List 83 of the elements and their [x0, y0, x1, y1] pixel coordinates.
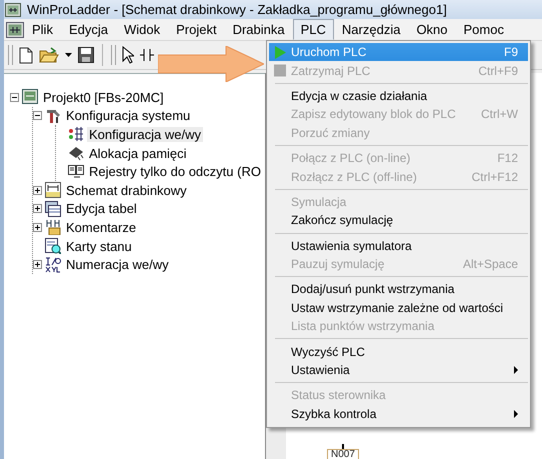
- io-numbering-icon: [45, 256, 61, 273]
- menu-item[interactable]: PLC: [292, 19, 334, 40]
- save-icon[interactable]: [78, 47, 94, 63]
- open-folder-icon[interactable]: [39, 47, 59, 63]
- menu-option[interactable]: Dodaj/usuń punkt wstrzymania: [269, 280, 528, 299]
- monitor-icon: [22, 89, 38, 106]
- magnifier-icon: [45, 238, 61, 254]
- tree-item[interactable]: Karty stanu: [64, 238, 134, 254]
- menu-option-label: Ustawienia symulatora: [291, 238, 413, 253]
- shortcut-label: Ctrl+F12: [472, 170, 518, 184]
- menu-option-label: Uruchom PLC: [291, 45, 368, 60]
- expand-toggle[interactable]: [33, 260, 42, 270]
- menu-item[interactable]: Pomoc: [456, 19, 512, 40]
- menu-option-label: Edycja w czasie działania: [291, 88, 428, 103]
- tree-item[interactable]: Konfiguracja systemu: [64, 108, 192, 124]
- menu-option[interactable]: Ustaw wstrzymanie zależne od wartości: [269, 298, 528, 318]
- menu-option[interactable]: Ustawienia symulatora: [269, 236, 528, 255]
- expand-toggle[interactable]: [33, 204, 42, 214]
- menu-option-label: Porzuć zmiany: [291, 126, 371, 140]
- menu-item[interactable]: Projekt: [168, 19, 225, 40]
- tree-item[interactable]: Numeracja we/wy: [64, 257, 171, 272]
- menu-item[interactable]: Narzędzia: [334, 19, 408, 40]
- submenu-arrow-icon: [514, 366, 518, 374]
- menu-option-label: Zakończ symulację: [291, 213, 394, 228]
- collapse-toggle[interactable]: [10, 92, 19, 102]
- expand-toggle[interactable]: [33, 186, 42, 195]
- menu-item[interactable]: Edycja: [60, 19, 116, 40]
- menu-option-label: Wyczyść PLC: [291, 344, 366, 359]
- menu-option-label: Dodaj/usuń punkt wstrzymania: [291, 282, 456, 296]
- chip-icon: [68, 145, 84, 162]
- menu-option[interactable]: Zakończ symulację: [269, 211, 528, 230]
- app-icon: [5, 2, 21, 16]
- menu-option[interactable]: Szybka kontrola: [269, 404, 528, 424]
- toolbar-grip: [8, 45, 13, 65]
- ladder-diagram-icon: [45, 182, 61, 198]
- book-icon: [68, 164, 84, 180]
- tree-item[interactable]: Komentarze: [64, 220, 138, 235]
- pointer-icon[interactable]: [122, 46, 134, 64]
- menu-option[interactable]: Wyczyść PLC: [269, 342, 528, 361]
- toolbar-grip: [111, 45, 116, 65]
- menu-option-label: Status sterownika: [291, 388, 387, 402]
- submenu-arrow-icon: [514, 410, 518, 418]
- stop-icon: [274, 64, 286, 78]
- play-icon: [274, 46, 286, 59]
- window-title: WinProLadder - [Schemat drabinkowy - Zakładka_programu_głównego1]: [27, 2, 447, 17]
- caret-icon[interactable]: [65, 53, 72, 57]
- tree-item[interactable]: Alokacja pamięci: [87, 146, 189, 161]
- menu-option[interactable]: Ustawienia: [269, 360, 528, 380]
- ladder-element-label: N007: [327, 449, 359, 459]
- tools-icon: [45, 108, 61, 124]
- menu-item[interactable]: Widok: [116, 19, 168, 40]
- shortcut-label: Alt+Space: [462, 257, 518, 272]
- menu-option-label: Szybka kontrola: [291, 406, 378, 421]
- menu-option-label: Lista punktów wstrzymania: [291, 319, 436, 334]
- menu-item[interactable]: Okno: [408, 19, 456, 40]
- collapse-toggle[interactable]: [33, 111, 42, 120]
- menu-item[interactable]: Plik: [24, 19, 61, 40]
- menu-item[interactable]: Drabinka: [224, 19, 293, 40]
- menu-option-label: Zapisz edytowany blok do PLC: [291, 107, 457, 122]
- contact-icon[interactable]: [140, 48, 154, 62]
- tree-item[interactable]: Rejestry tylko do odczytu (RO: [87, 164, 263, 180]
- table-icon: [45, 200, 61, 217]
- expand-toggle[interactable]: [33, 222, 42, 232]
- menu-option[interactable]: Edycja w czasie działania: [269, 86, 528, 106]
- shortcut-label: F12: [497, 151, 518, 166]
- shortcut-label: F9: [504, 45, 518, 60]
- menu-option-label: Rozłącz z PLC (off-line): [291, 170, 418, 184]
- menu-option-label: Zatrzymaj PLC: [291, 64, 372, 78]
- tree-item[interactable]: Projekt0 [FBs-20MC]: [41, 90, 166, 105]
- menu-option-label: Symulacja: [291, 194, 348, 209]
- shortcut-label: Ctrl+W: [481, 107, 518, 122]
- io-grid-icon: [68, 126, 84, 142]
- shortcut-label: Ctrl+F9: [478, 64, 518, 78]
- comments-icon: [45, 219, 61, 236]
- menu-option-label: Połącz z PLC (on-line): [291, 151, 412, 166]
- menu-option-label: Pauzuj symulację: [291, 257, 386, 272]
- tree-item[interactable]: Edycja tabel: [64, 201, 139, 216]
- tree-item[interactable]: Konfiguracja we/wy: [87, 126, 203, 142]
- menu-option-label: Ustaw wstrzymanie zależne od wartości: [291, 300, 504, 315]
- new-file-icon[interactable]: [19, 46, 33, 64]
- tree-item[interactable]: Schemat drabinkowy: [64, 182, 189, 198]
- menu-option-label: Ustawienia: [291, 363, 351, 378]
- app-menu-icon[interactable]: [6, 22, 24, 38]
